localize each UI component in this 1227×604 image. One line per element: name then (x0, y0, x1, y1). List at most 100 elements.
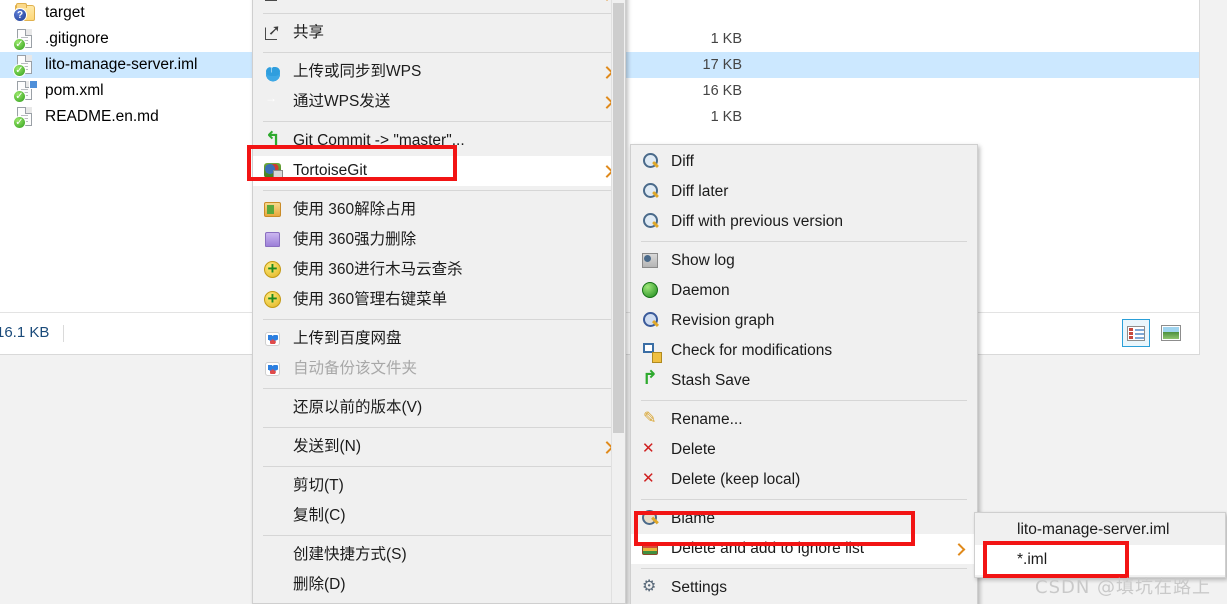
menu-item-重命名-m[interactable]: 重命名(M) (253, 600, 625, 604)
menu-item-label: 发送到(N) (293, 438, 362, 456)
menu-item-使用-360强力删除[interactable]: 使用 360强力删除 (253, 225, 625, 255)
file-git-added-icon: ✓ (13, 80, 38, 103)
menu-item-label: 创建快捷方式(S) (293, 546, 407, 564)
menu-item-使用-360进行木马云查杀[interactable]: 使用 360进行木马云查杀 (253, 255, 625, 285)
ignore-list-icon (641, 539, 661, 559)
csdn-watermark: CSDN @填坑在路上 (1035, 577, 1212, 598)
status-size-text: 16.1 KB (0, 324, 50, 341)
check-modifications-icon (641, 341, 662, 363)
menu-item-diff-later[interactable]: Diff later (631, 177, 977, 207)
menu-item-创建快捷方式-s[interactable]: 创建快捷方式(S) (253, 540, 625, 570)
menu-item-label: Blame (671, 510, 715, 528)
file-size: 17 KB (702, 57, 743, 73)
share-icon (263, 21, 283, 43)
file-name: README.en.md (45, 108, 159, 125)
menu-item-自动备份该文件夹[interactable]: 自动备份该文件夹 (253, 354, 625, 384)
tortoisegit-submenu[interactable]: Diff Diff later Diff with previous version… (630, 144, 978, 604)
menu-item-diff-with-previous-version[interactable]: Diff with previous version (631, 207, 977, 237)
diff-icon (641, 212, 661, 232)
file-context-menu[interactable]: 与他人共享共享上传或同步到WPS 通过WPS发送 Git Commit -> "ma… (252, 0, 626, 604)
menu-item-label: Daemon (671, 282, 730, 300)
menu-item-git-commit-master[interactable]: Git Commit -> "master"... (253, 126, 625, 156)
menu-item-label: 使用 360管理右键菜单 (293, 291, 448, 309)
menu-item-label: 复制(C) (293, 507, 346, 525)
menu-separator (263, 190, 615, 191)
menu-item-label: Git Commit -> "master"... (293, 132, 465, 150)
menu-item-delete[interactable]: Delete (631, 435, 977, 465)
menu-item-通过wps发送[interactable]: 通过WPS发送 (253, 87, 625, 117)
delete-icon (641, 469, 661, 490)
menu-item-label: Delete (keep local) (671, 471, 801, 489)
menu-item-还原以前的版本-v[interactable]: 还原以前的版本(V) (253, 393, 625, 423)
ignore-list-submenu[interactable]: lito-manage-server.iml *.iml (974, 512, 1226, 578)
screenshot-root: ? target ✓ .gitignore 1 KB ✓ lito-manage-serve… (0, 0, 1227, 604)
menu-item-label: Diff (671, 153, 694, 171)
menu-separator (263, 121, 615, 122)
menu-separator (641, 400, 967, 401)
delete-icon (641, 439, 661, 460)
menu-item-共享[interactable]: 共享 (253, 18, 625, 48)
menu-item-label: *.iml (1017, 551, 1048, 569)
menu-item-发送到-n[interactable]: 发送到(N) (253, 432, 625, 462)
menu-item-label: TortoiseGit (293, 162, 368, 180)
menu-item-check-for-modifications[interactable]: Check for modifications (631, 336, 977, 366)
details-view-icon (1127, 325, 1145, 341)
menu-item-rename[interactable]: Rename... (631, 405, 977, 435)
menu-item-blame[interactable]: Blame (631, 504, 977, 534)
menu-separator (641, 241, 967, 242)
menu-item-revision-graph[interactable]: Revision graph (631, 306, 977, 336)
menu-item-上传到百度网盘[interactable]: 上传到百度网盘 (253, 324, 625, 354)
menu-item-label: Settings (671, 579, 728, 597)
menu-item-复制-c[interactable]: 复制(C) (253, 501, 625, 531)
menu-item-iml[interactable]: *.iml (975, 545, 1225, 575)
menu-item-label: 还原以前的版本(V) (293, 399, 423, 417)
360-force-delete-icon (263, 230, 283, 250)
menu-item-show-log[interactable]: Show log (631, 246, 977, 276)
wps-send-icon (263, 92, 283, 112)
menu-item-lito-manage-server-iml[interactable]: lito-manage-server.iml (975, 515, 1225, 545)
menu-item-上传或同步到wps[interactable]: 上传或同步到WPS (253, 57, 625, 87)
menu-item-label: 共享 (293, 24, 325, 42)
menu-item-delete-and-add-to-ignore-list[interactable]: Delete and add to ignore list (631, 534, 977, 564)
context-menu-scroll-thumb[interactable] (613, 3, 624, 433)
context-menu-scrollbar[interactable] (611, 0, 625, 603)
menu-item-label: Delete and add to ignore list (671, 540, 865, 558)
menu-item-使用-360解除占用[interactable]: 使用 360解除占用 (253, 195, 625, 225)
menu-item-使用-360管理右键菜单[interactable]: 使用 360管理右键菜单 (253, 285, 625, 315)
menu-item-删除-d[interactable]: 删除(D) (253, 570, 625, 600)
menu-item-剪切-t[interactable]: 剪切(T) (253, 471, 625, 501)
menu-item-daemon[interactable]: Daemon (631, 276, 977, 306)
menu-item-label: 上传到百度网盘 (293, 330, 402, 348)
large-icons-view-icon (1161, 325, 1181, 341)
file-name: lito-manage-server.iml (45, 56, 198, 73)
share-people-icon (263, 0, 283, 4)
360-menu-icon (263, 289, 283, 310)
menu-item-label: Stash Save (671, 372, 751, 390)
menu-separator (263, 13, 615, 14)
menu-item-settings[interactable]: Settings (631, 573, 977, 603)
menu-item-delete-keep-local[interactable]: Delete (keep local) (631, 465, 977, 495)
menu-item-diff[interactable]: Diff (631, 147, 977, 177)
file-name: pom.xml (45, 82, 104, 99)
menu-item-tortoisegit[interactable]: TortoiseGit (253, 156, 625, 186)
menu-item-stash-save[interactable]: Stash Save (631, 366, 977, 396)
large-icons-view-button[interactable] (1157, 319, 1185, 347)
git-commit-icon (263, 131, 283, 151)
menu-item-label: 使用 360强力删除 (293, 231, 417, 249)
folder-question-icon: ? (13, 2, 36, 24)
360-unlock-icon (263, 200, 283, 220)
menu-item-label: Show log (671, 252, 735, 270)
view-mode-buttons[interactable] (1122, 319, 1185, 347)
details-view-button[interactable] (1122, 319, 1150, 347)
stash-save-icon (641, 371, 661, 391)
diff-icon (641, 152, 661, 172)
menu-item-label: 使用 360进行木马云查杀 (293, 261, 463, 279)
menu-item-与他人共享[interactable]: 与他人共享 (253, 0, 625, 9)
status-separator (63, 325, 64, 342)
baidu-netdisk-icon (263, 359, 283, 379)
menu-item-label: 上传或同步到WPS (293, 63, 422, 81)
menu-item-label: 与他人共享 (293, 0, 371, 2)
show-log-icon (641, 251, 661, 271)
menu-item-label: 自动备份该文件夹 (293, 360, 418, 378)
menu-item-label: 通过WPS发送 (293, 93, 391, 111)
